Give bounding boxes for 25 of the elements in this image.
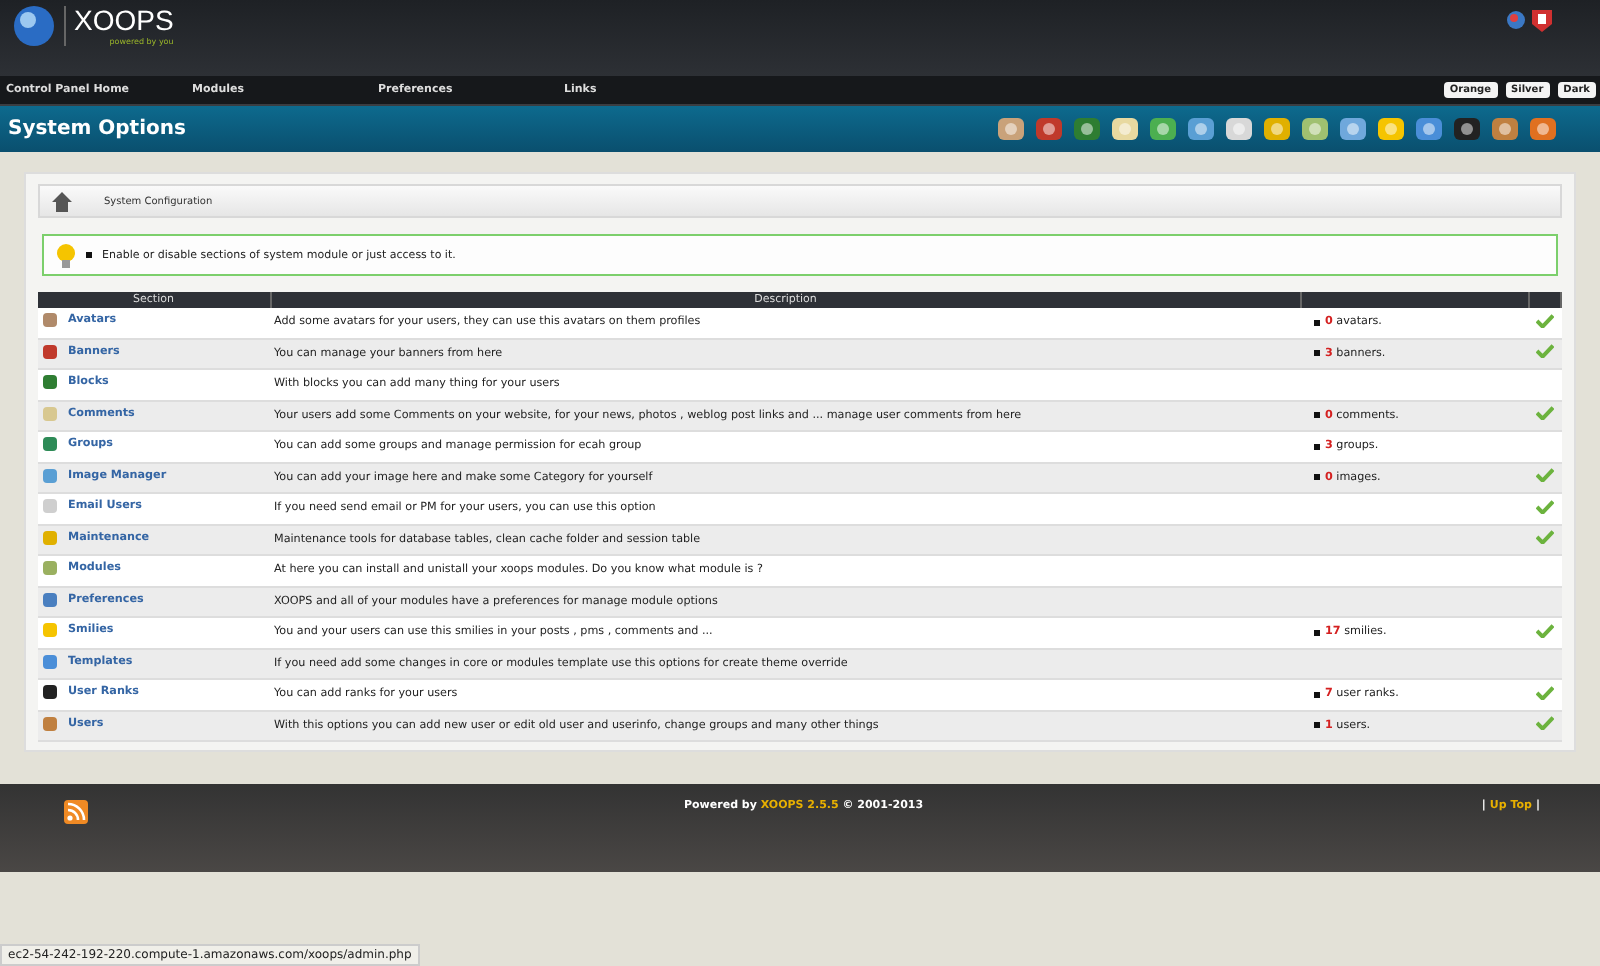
- logo-text: XOOPS: [74, 6, 174, 36]
- globe-logo-icon: [12, 4, 56, 48]
- checkmark-icon[interactable]: [1536, 406, 1554, 421]
- page-title: System Options: [8, 118, 186, 140]
- checkmark-icon[interactable]: [1536, 530, 1554, 545]
- bullet-icon: [1313, 474, 1319, 480]
- checkmark-icon[interactable]: [1536, 344, 1554, 359]
- shield-icon[interactable]: [1532, 10, 1552, 32]
- checkmark-icon[interactable]: [1536, 313, 1554, 328]
- bullet-icon: [1313, 722, 1319, 728]
- checkmark-icon[interactable]: [1536, 685, 1554, 700]
- bullet-icon: [1313, 319, 1319, 325]
- bullet-icon: [1313, 691, 1319, 697]
- bullet-icon: [1313, 350, 1319, 356]
- bullet-icon: [1313, 443, 1319, 449]
- checkmark-icon[interactable]: [1536, 716, 1554, 731]
- checkmark-icon[interactable]: [1536, 623, 1554, 638]
- checkmark-icon[interactable]: [1536, 468, 1554, 483]
- bullet-icon: [1313, 412, 1319, 418]
- home-icon[interactable]: [52, 191, 72, 211]
- bullet-icon: [86, 252, 92, 258]
- lightbulb-icon: [56, 243, 76, 267]
- bullet-icon: [1313, 629, 1319, 635]
- checkmark-icon[interactable]: [1536, 499, 1554, 514]
- rss-icon[interactable]: [64, 800, 88, 824]
